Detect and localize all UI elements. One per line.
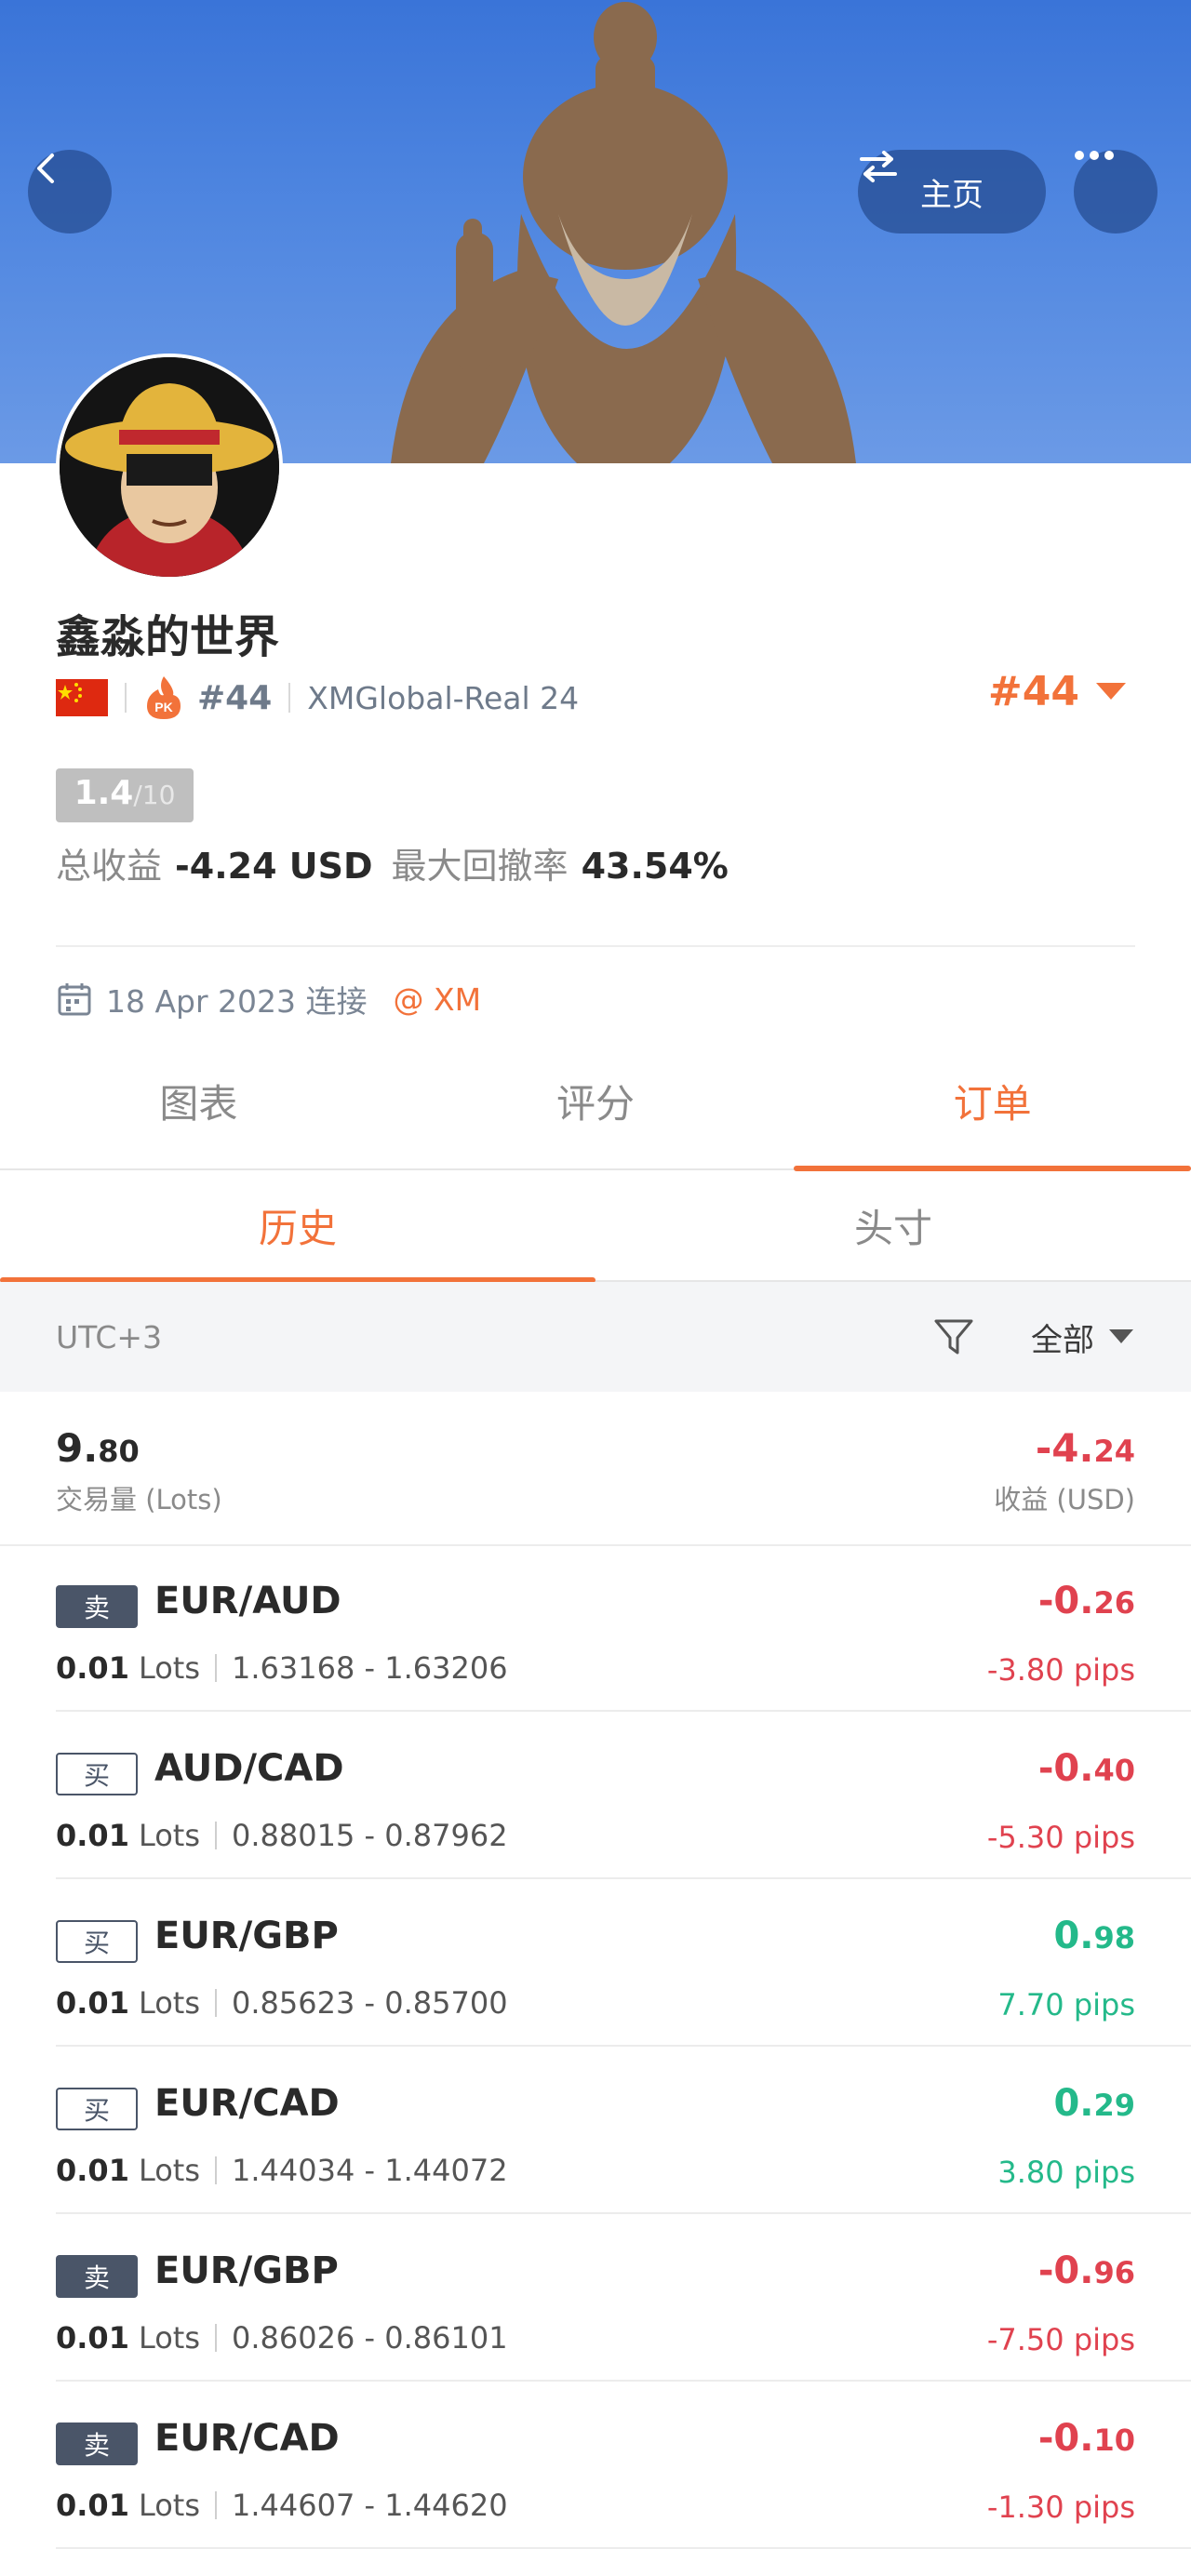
tab-rating[interactable]: 评分 bbox=[397, 1033, 795, 1168]
volume-label: 交易量 (Lots) bbox=[56, 1484, 222, 1515]
divider bbox=[125, 683, 127, 713]
order-pips: 3.80 pips bbox=[997, 2155, 1135, 2190]
order-profit: -0.26 bbox=[1037, 1580, 1135, 1622]
pair-name: EUR/GBP bbox=[154, 2249, 339, 2292]
volume-value: 9.80 bbox=[56, 1425, 140, 1471]
order-row[interactable]: 买 AUD/CAD 0.01 Lots 0.88015 - 0.87962 -0.4… bbox=[0, 1712, 1191, 1879]
score-value: 1.4 bbox=[74, 774, 134, 812]
side-tag: 买 bbox=[56, 1920, 138, 1963]
caret-down-icon bbox=[1096, 682, 1126, 700]
svg-text:PK: PK bbox=[154, 700, 172, 714]
pair-name: EUR/CAD bbox=[154, 2082, 340, 2125]
swap-arrows-icon bbox=[860, 151, 897, 182]
order-pips: -1.30 pips bbox=[986, 2489, 1135, 2525]
filter-bar: UTC+3 全部 bbox=[0, 1282, 1191, 1392]
side-tag: 卖 bbox=[56, 2255, 138, 2298]
pair-name: AUD/CAD bbox=[154, 1747, 344, 1790]
china-flag-icon bbox=[56, 679, 108, 716]
lots-row: 0.01 Lots 1.44034 - 1.44072 bbox=[56, 2153, 508, 2188]
more-button[interactable] bbox=[1074, 150, 1158, 234]
broker-link[interactable]: @ XM bbox=[394, 981, 482, 1018]
tab-positions[interactable]: 头寸 bbox=[596, 1170, 1191, 1280]
order-pips: -7.50 pips bbox=[986, 2322, 1135, 2357]
sub-tabs: 历史 头寸 bbox=[0, 1170, 1191, 1283]
order-profit: 0.29 bbox=[1053, 2082, 1135, 2125]
connect-row: 18 Apr 2023 连接 @ XM bbox=[56, 977, 481, 1021]
chevron-left-icon bbox=[37, 153, 54, 183]
divider bbox=[56, 945, 1135, 947]
max-drawdown-label: 最大回撤率 bbox=[391, 846, 569, 887]
order-profit: -0.40 bbox=[1037, 1747, 1135, 1790]
lots-row: 0.01 Lots 0.85623 - 0.85700 bbox=[56, 1985, 508, 2021]
order-row[interactable]: 卖 EUR/AUD 0.01 Lots 1.63168 - 1.63206 -0.2… bbox=[0, 1544, 1191, 1712]
order-row[interactable]: 买 EUR/CAD 0.01 Lots 1.44034 - 1.44072 0.29… bbox=[0, 2047, 1191, 2214]
order-summary: 9.80 交易量 (Lots) -4.24 收益 (USD) bbox=[0, 1392, 1191, 1546]
order-profit: 0.98 bbox=[1053, 1915, 1135, 1957]
tab-history[interactable]: 历史 bbox=[0, 1170, 596, 1283]
home-button[interactable]: 主页 bbox=[858, 150, 1046, 234]
order-profit: -0.10 bbox=[1037, 2417, 1135, 2460]
order-row[interactable]: 卖 EUR/GBP 0.01 Lots 0.86026 - 0.86101 -0.9… bbox=[0, 2214, 1191, 2382]
side-tag: 卖 bbox=[56, 1585, 138, 1628]
side-tag: 买 bbox=[56, 2088, 138, 2130]
caret-down-icon bbox=[1109, 1329, 1133, 1343]
home-button-label: 主页 bbox=[920, 176, 984, 214]
lots-row: 0.01 Lots 1.63168 - 1.63206 bbox=[56, 1650, 508, 1686]
score-badge: 1.4 /10 bbox=[56, 768, 194, 822]
max-drawdown-value: 43.54% bbox=[581, 846, 729, 887]
pair-name: EUR/AUD bbox=[154, 1580, 341, 1622]
score-max: /10 bbox=[133, 780, 176, 810]
profit-value: -4.24 bbox=[1035, 1425, 1135, 1471]
pair-name: EUR/GBP bbox=[154, 1915, 339, 1957]
server-name: XMGlobal-Real 24 bbox=[307, 679, 580, 716]
profile-name: 鑫淼的世界 bbox=[56, 611, 280, 663]
lots-row: 0.01 Lots 0.88015 - 0.87962 bbox=[56, 1818, 508, 1853]
pair-name: EUR/CAD bbox=[154, 2417, 340, 2460]
stats-row: 总收益 -4.24 USD 最大回撤率 43.54% bbox=[56, 837, 747, 888]
total-profit-label: 总收益 bbox=[56, 846, 163, 887]
order-pips: -3.80 pips bbox=[986, 1652, 1135, 1688]
tab-chart[interactable]: 图表 bbox=[0, 1033, 397, 1168]
connect-date: 18 Apr 2023 连接 bbox=[106, 983, 368, 1020]
lots-row: 0.01 Lots 1.44607 - 1.44620 bbox=[56, 2488, 508, 2523]
funnel-icon[interactable] bbox=[932, 1315, 975, 1358]
side-tag: 买 bbox=[56, 1753, 138, 1795]
more-dots-icon bbox=[1075, 151, 1114, 160]
straw-hat-avatar-image bbox=[60, 357, 279, 577]
lots-row: 0.01 Lots 0.86026 - 0.86101 bbox=[56, 2320, 508, 2356]
avatar[interactable] bbox=[56, 354, 283, 581]
order-profit: -0.96 bbox=[1037, 2249, 1135, 2292]
account-meta-row: PK #44 XMGlobal-Real 24 bbox=[56, 670, 1135, 726]
pk-flame-badge-icon: PK bbox=[147, 676, 181, 719]
timezone-label: UTC+3 bbox=[56, 1318, 163, 1355]
tab-orders[interactable]: 订单 bbox=[794, 1033, 1191, 1171]
rank-dropdown[interactable]: #44 bbox=[988, 668, 1126, 715]
filter-select-value: 全部 bbox=[1031, 1321, 1094, 1359]
order-pips: 7.70 pips bbox=[997, 1987, 1135, 2022]
total-profit-value: -4.24 USD bbox=[175, 846, 373, 887]
profit-label: 收益 (USD) bbox=[994, 1484, 1135, 1515]
calendar-icon bbox=[58, 983, 91, 1016]
back-button[interactable] bbox=[28, 150, 112, 234]
divider bbox=[288, 683, 291, 713]
rank-small: #44 bbox=[197, 678, 273, 717]
side-tag: 卖 bbox=[56, 2423, 138, 2465]
order-pips: -5.30 pips bbox=[986, 1820, 1135, 1855]
filter-select[interactable]: 全部 bbox=[1031, 1315, 1133, 1360]
order-row[interactable]: 卖 EUR/CAD 0.01 Lots 1.44607 - 1.44620 -0.1… bbox=[0, 2382, 1191, 2549]
main-tabs: 图表 评分 订单 bbox=[0, 1033, 1191, 1171]
rank-big-value: #44 bbox=[987, 668, 1079, 715]
order-row[interactable]: 买 EUR/GBP 0.01 Lots 0.85623 - 0.85700 0.98… bbox=[0, 1879, 1191, 2047]
